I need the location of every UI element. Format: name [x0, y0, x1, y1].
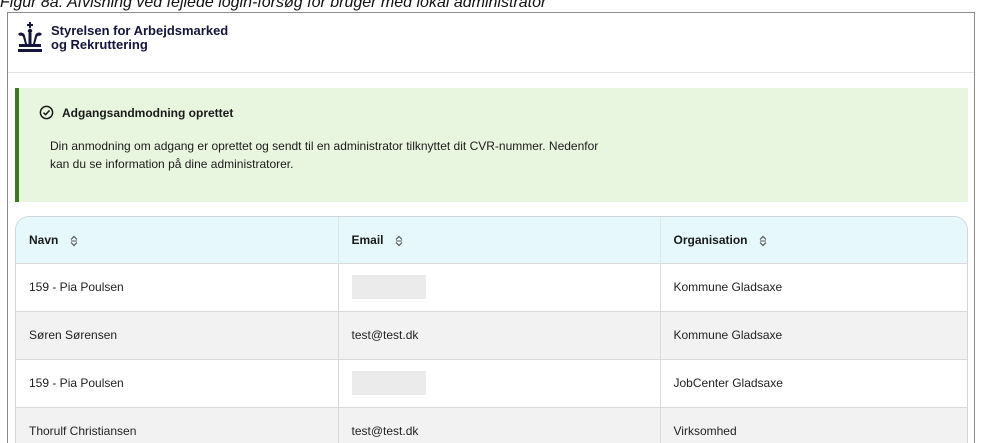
cell-name: 159 - Pia Poulsen [16, 359, 339, 407]
cell-organisation: Kommune Gladsaxe [673, 280, 783, 294]
alert-title-row: Adgangsandmodning oprettet [39, 105, 968, 120]
redacted-email [351, 275, 426, 299]
sort-icon[interactable] [394, 235, 404, 247]
check-circle-icon [39, 105, 54, 120]
column-header-label: Email [351, 232, 384, 247]
success-alert: Adgangsandmodning oprettet Din anmodning… [15, 88, 968, 202]
org-name-line1: Styrelsen for Arbejdsmarked [51, 23, 229, 38]
table-row: Thorulf Christiansen test@test.dk Virkso… [16, 407, 967, 443]
app-window: Styrelsen for Arbejdsmarked og Rekrutter… [7, 12, 975, 443]
sort-icon[interactable] [758, 235, 768, 247]
sort-icon[interactable] [69, 235, 79, 247]
cell-name: Thorulf Christiansen [16, 407, 339, 443]
table-row: 159 - Pia Poulsen Kommune Gladsaxe [16, 263, 967, 311]
column-header-label: Organisation [673, 232, 748, 247]
cell-organisation: JobCenter Gladsaxe [673, 376, 783, 390]
crown-icon [18, 22, 42, 52]
table-row: 159 - Pia Poulsen JobCenter Gladsaxe [16, 359, 967, 407]
cell-email: test@test.dk [338, 407, 661, 443]
column-header-label: Navn [29, 232, 59, 247]
cell-email: test@test.dk [338, 311, 661, 359]
cell-email [338, 359, 661, 407]
cell-name: Søren Sørensen [16, 311, 339, 359]
administrators-table: Navn Email Organisation 159 - Pia Poulse… [15, 216, 968, 443]
figure-caption: Figur 8a: Afvisning ved fejlede login-fo… [0, 0, 547, 11]
column-header-email[interactable]: Email [338, 217, 661, 263]
table-header-row: Navn Email Organisation [16, 217, 967, 263]
site-header: Styrelsen for Arbejdsmarked og Rekrutter… [8, 13, 974, 73]
cell-email [338, 263, 661, 311]
alert-title: Adgangsandmodning oprettet [62, 105, 234, 120]
alert-message: Din anmodning om adgang er oprettet og s… [50, 139, 599, 171]
organization-name[interactable]: Styrelsen for Arbejdsmarked og Rekrutter… [51, 22, 228, 52]
redacted-email [351, 371, 426, 395]
cell-organisation: Kommune Gladsaxe [673, 328, 783, 342]
column-header-organisation[interactable]: Organisation [660, 217, 967, 263]
org-name-line2: og Rekruttering [51, 37, 148, 52]
cell-name: 159 - Pia Poulsen [16, 263, 339, 311]
table-row: Søren Sørensen test@test.dk Kommune Glad… [16, 311, 967, 359]
cell-organisation: Virksomhed [673, 424, 737, 439]
column-header-navn[interactable]: Navn [16, 217, 339, 263]
